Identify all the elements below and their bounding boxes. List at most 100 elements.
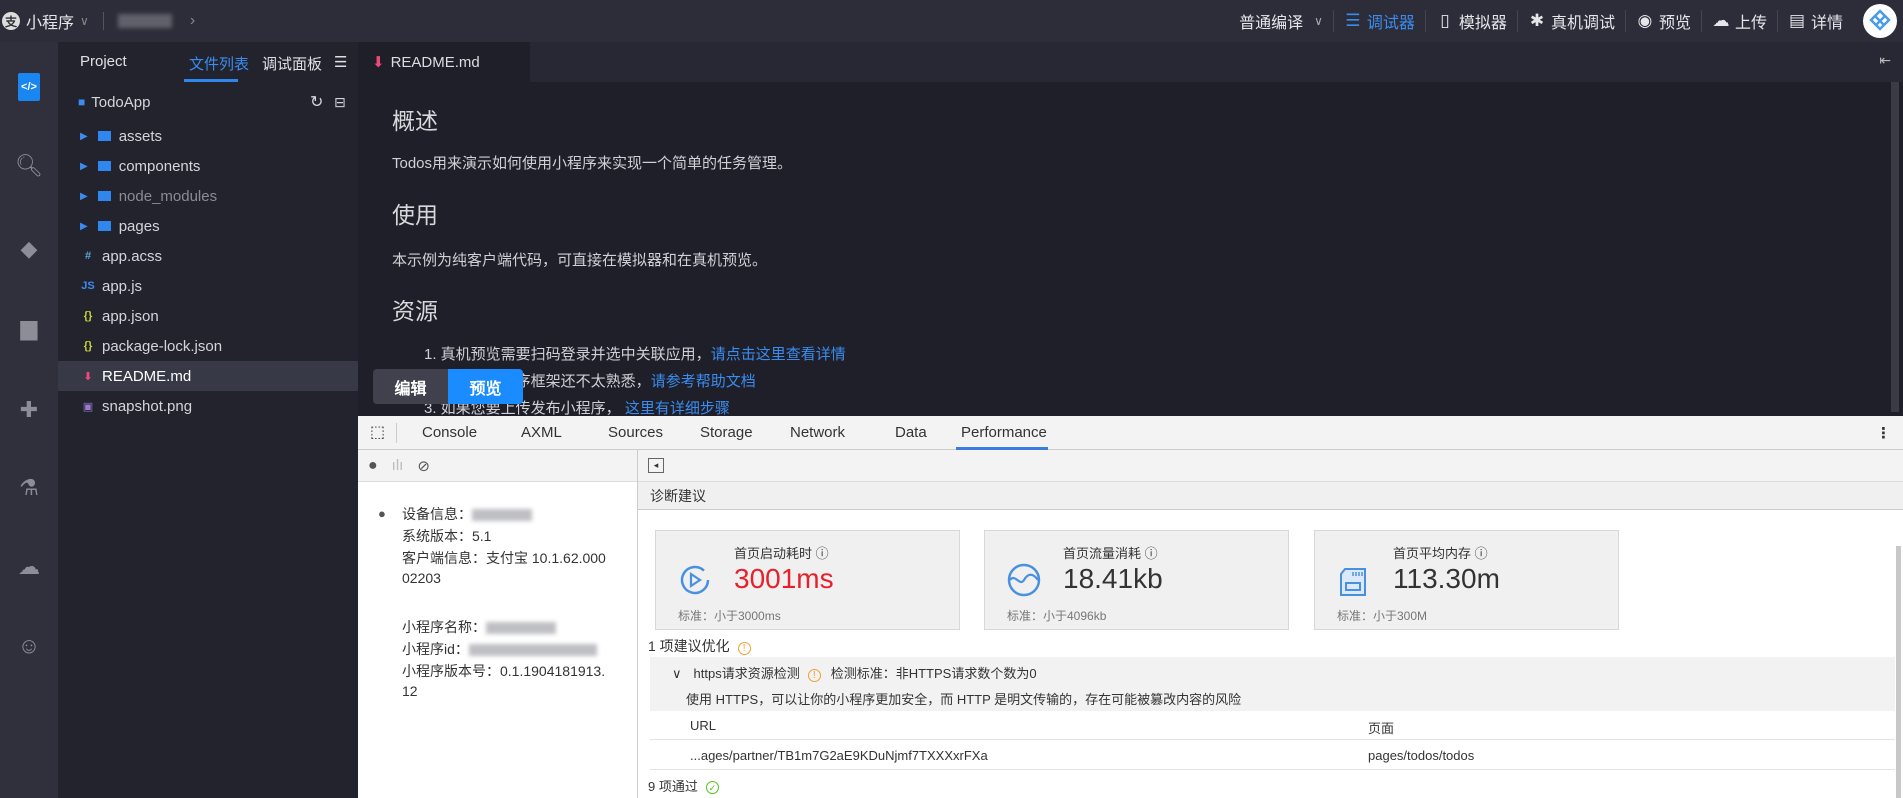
- file-item[interactable]: {} app.json: [58, 301, 358, 331]
- details-label: 详情: [1810, 15, 1843, 32]
- file-name: assets: [118, 127, 163, 145]
- record-icon[interactable]: ●: [368, 457, 378, 475]
- expand-chevron-icon[interactable]: ∨: [672, 666, 682, 681]
- chevron-down-icon[interactable]: ∨: [80, 14, 89, 28]
- folder-item[interactable]: ▶ node_modules: [58, 181, 358, 211]
- metric-card-memory: 首页平均内存 ⓘ 113.30m 标准：小于300M: [1314, 530, 1619, 630]
- passed-label: 9 项通过: [648, 779, 698, 794]
- plugin-icon[interactable]: ✚: [14, 395, 44, 425]
- info-icon[interactable]: ⓘ: [816, 546, 829, 561]
- folder-item[interactable]: ▶ pages: [58, 211, 358, 241]
- preview-button[interactable]: ◉ 预览: [1624, 10, 1701, 32]
- file-name: app.json: [102, 307, 159, 325]
- tab-data[interactable]: Data: [895, 424, 927, 441]
- project-root[interactable]: ■ TodoApp ↻ ⊟: [58, 87, 358, 117]
- metric-standard: 标准：小于3000ms: [678, 609, 781, 623]
- device-debug-button[interactable]: ✱ 真机调试: [1516, 10, 1625, 32]
- details-link[interactable]: 请点击这里查看详情: [711, 346, 846, 363]
- user-avatar[interactable]: [1863, 4, 1897, 38]
- toggle-sidebar-icon[interactable]: ◂: [648, 458, 664, 473]
- component-icon[interactable]: ▆: [14, 313, 44, 343]
- file-item[interactable]: {} package-lock.json: [58, 331, 358, 361]
- performance-scrollbar[interactable]: [1896, 546, 1901, 798]
- folder-icon: [97, 131, 111, 141]
- details-button[interactable]: ▤ 详情: [1776, 10, 1853, 32]
- clear-icon[interactable]: ⊘: [417, 457, 430, 475]
- help-docs-link[interactable]: 请参考帮助文档: [651, 373, 756, 390]
- table-row[interactable]: ...ages/partner/TB1m7G2aE9KDuNjmf7TXXXxr…: [650, 740, 1895, 770]
- preview-mode-button[interactable]: 预览: [448, 369, 523, 404]
- client-info: 客户端信息：支付宝 10.1.62.000: [402, 550, 606, 566]
- refresh-icon[interactable]: ↻: [310, 92, 323, 112]
- top-bar: 支 小程序 ∨ › 普通编译 ∨ ☰ 调试器 ▯ 模拟器 ✱ 真机调试 ◉ 预览 ☁ 上传 …: [0, 0, 1903, 42]
- edit-button[interactable]: 编辑: [373, 369, 448, 404]
- app-id-blurred: [468, 644, 597, 657]
- file-item[interactable]: ⬇ README.md: [58, 361, 358, 391]
- chevron-right-icon[interactable]: ▶: [80, 161, 88, 172]
- file-item[interactable]: JS app.js: [58, 271, 358, 301]
- passed-count: 9 项通过 ✓: [648, 776, 719, 795]
- chart-icon[interactable]: ılı: [392, 457, 404, 474]
- file-name: README.md: [102, 367, 192, 385]
- file-name: components: [118, 157, 201, 175]
- compile-mode-select[interactable]: 普通编译 ∨: [1229, 10, 1333, 32]
- info-icon[interactable]: ⓘ: [1145, 546, 1158, 561]
- file-item[interactable]: ▣ snapshot.png: [58, 391, 358, 421]
- app-id-info: 小程序id：: [402, 639, 597, 659]
- code-file-icon[interactable]: </>: [18, 73, 40, 101]
- inspect-element-icon[interactable]: ⬚: [370, 422, 385, 442]
- tab-project[interactable]: Project: [80, 53, 127, 70]
- check-item[interactable]: ∨ https请求资源检测! 检测标准：非HTTPS请求数个数为0 使用 HTTPS…: [650, 657, 1895, 711]
- chevron-down-icon: ∨: [1314, 14, 1323, 28]
- app-name-menu[interactable]: 小程序: [26, 9, 74, 33]
- sliders-icon: ☰: [1345, 11, 1361, 30]
- collapse-panel-icon[interactable]: ☰: [334, 53, 347, 71]
- git-icon[interactable]: ◆: [14, 234, 44, 264]
- tab-label: README.md: [390, 53, 480, 71]
- list-item: 1. 真机预览需要扫码登录并选中关联应用，请点击这里查看详情: [424, 343, 846, 364]
- upload-steps-link[interactable]: 这里有详细步骤: [625, 400, 730, 417]
- chevron-right-icon[interactable]: ›: [190, 12, 195, 30]
- tab-axml[interactable]: AXML: [521, 424, 562, 441]
- chevron-right-icon[interactable]: ▶: [80, 221, 88, 232]
- info-icon[interactable]: ⓘ: [1475, 546, 1488, 561]
- support-headset-icon[interactable]: ☺: [14, 631, 44, 661]
- collapse-all-icon[interactable]: ⊟: [334, 94, 346, 111]
- cloud-icon[interactable]: ☁: [14, 552, 44, 582]
- search-icon[interactable]: 🔍︎: [14, 151, 44, 181]
- flask-icon[interactable]: ⚗: [14, 473, 44, 503]
- compile-mode-label: 普通编译: [1239, 15, 1304, 32]
- tab-sources[interactable]: Sources: [608, 424, 663, 441]
- chevron-right-icon[interactable]: ▶: [80, 131, 88, 142]
- tab-file-list[interactable]: 文件列表: [189, 53, 249, 74]
- tab-console[interactable]: Console: [422, 424, 477, 441]
- project-name-blurred[interactable]: [117, 14, 172, 28]
- editor-tab-bar: ⬇ README.md ⇤: [358, 42, 1903, 82]
- table-header: URL 页面: [650, 711, 1895, 740]
- file-name: app.acss: [102, 247, 163, 265]
- tab-storage[interactable]: Storage: [700, 424, 753, 441]
- list-text: 1. 真机预览需要扫码登录并选中关联应用，: [424, 346, 711, 363]
- metric-title-text: 首页平均内存: [1393, 546, 1472, 561]
- debugger-button[interactable]: ☰ 调试器: [1332, 10, 1425, 32]
- folder-item[interactable]: ▶ components: [58, 151, 358, 181]
- outline-toggle-icon[interactable]: ⇤: [1879, 52, 1891, 69]
- device-label: 设备信息：: [402, 506, 472, 522]
- editor-scrollbar[interactable]: [1891, 82, 1899, 412]
- upload-button[interactable]: ☁ 上传: [1700, 10, 1777, 32]
- warning-icon: !: [737, 642, 751, 655]
- chevron-right-icon[interactable]: ▶: [80, 191, 88, 202]
- markdown-icon: ⬇: [372, 54, 385, 71]
- tab-readme[interactable]: ⬇ README.md: [358, 42, 530, 82]
- row-url: ...ages/partner/TB1m7G2aE9KDuNjmf7TXXXxr…: [690, 748, 988, 763]
- debugger-label: 调试器: [1366, 15, 1415, 32]
- tab-debug-panel[interactable]: 调试面板: [262, 53, 322, 74]
- project-name: TodoApp: [91, 93, 151, 111]
- more-options-icon[interactable]: ⋮: [1876, 424, 1891, 442]
- tab-performance[interactable]: Performance: [961, 424, 1047, 441]
- check-criteria: 检测标准：非HTTPS请求数个数为0: [830, 666, 1037, 681]
- file-item[interactable]: # app.acss: [58, 241, 358, 271]
- folder-item[interactable]: ▶ assets: [58, 121, 358, 151]
- tab-network[interactable]: Network: [790, 424, 845, 441]
- simulator-button[interactable]: ▯ 模拟器: [1424, 10, 1517, 32]
